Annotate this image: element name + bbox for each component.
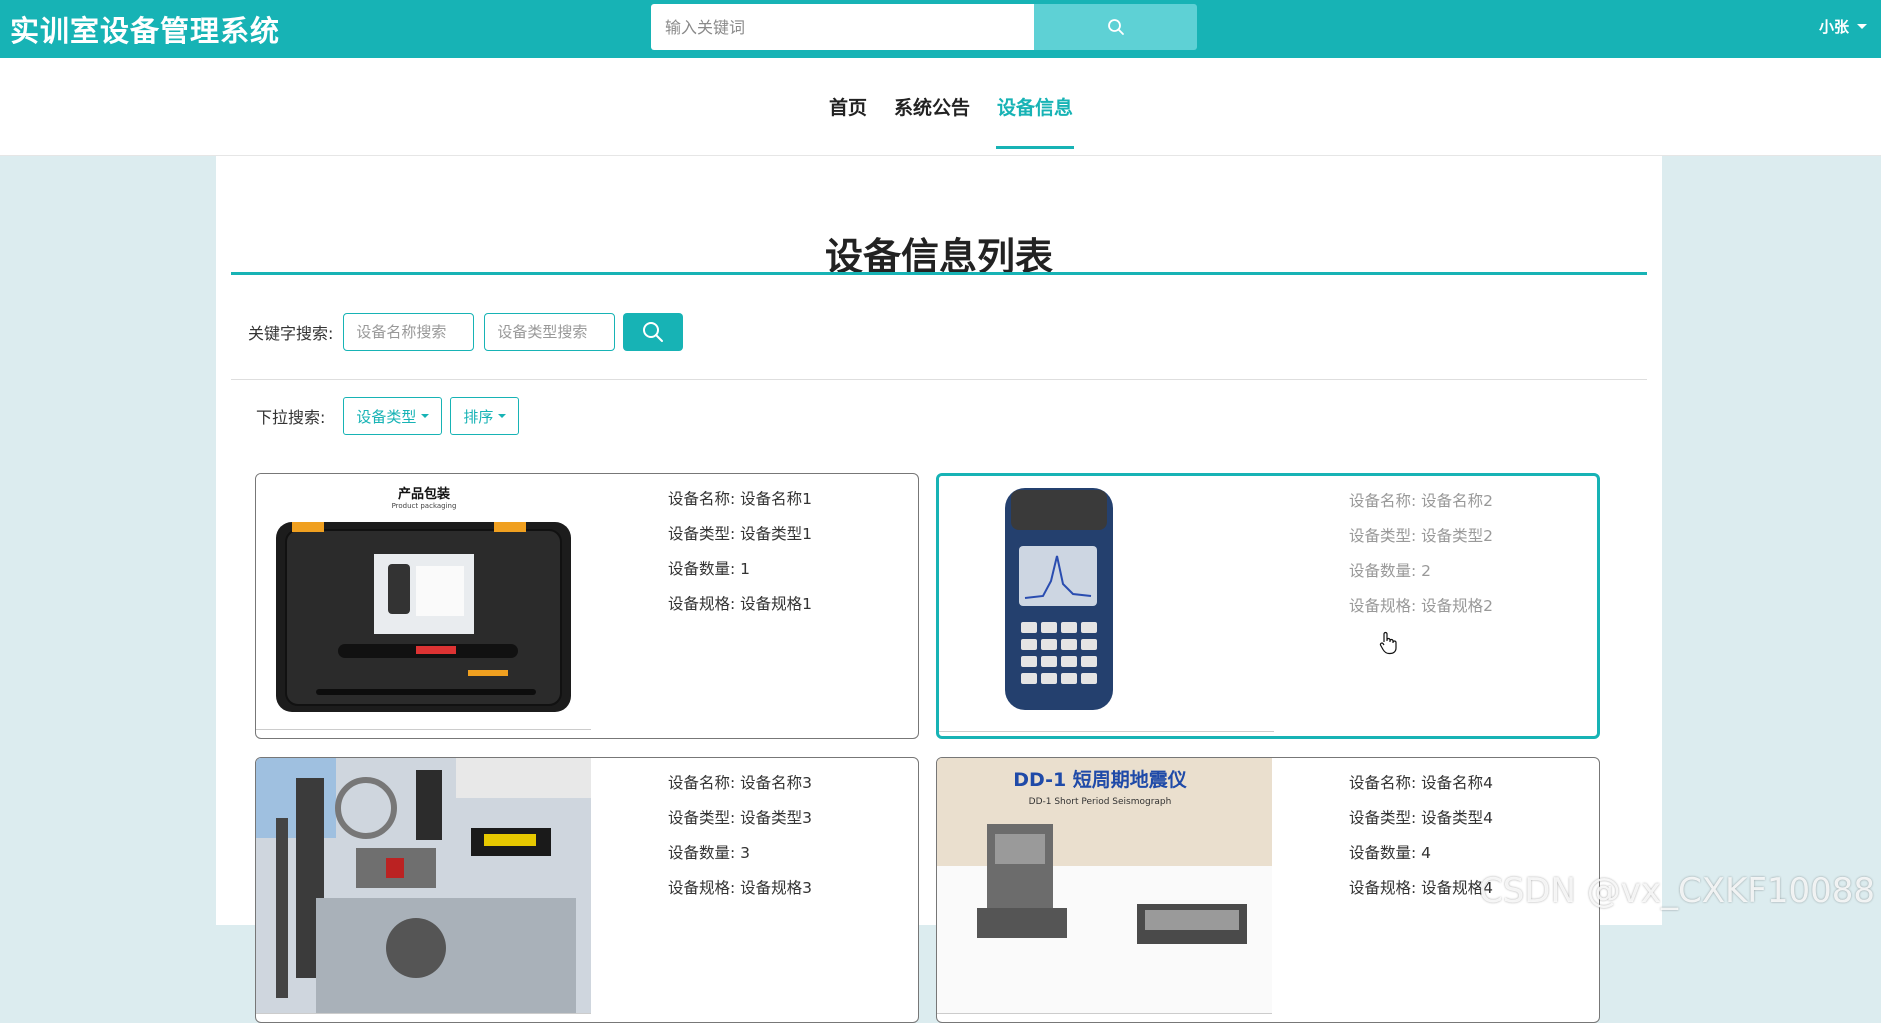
- equipment-name: 设备名称2: [1421, 492, 1494, 510]
- top-search: [651, 4, 1197, 50]
- image-subcaption: Product packaging: [392, 502, 457, 510]
- equipment-qty: 2: [1421, 562, 1432, 580]
- equipment-name: 设备名称3: [740, 774, 813, 792]
- equipment-spec-row: 设备规格: 设备规格4: [1349, 879, 1494, 897]
- equipment-qty-row: 设备数量: 3: [668, 844, 751, 862]
- type-search-input[interactable]: [484, 313, 616, 351]
- keyword-search-row: 关键字搜索:: [248, 312, 684, 352]
- equipment-type: 设备类型3: [740, 809, 813, 827]
- equipment-image: DD-1 短周期地震仪 DD-1 Short Period Seismograp…: [937, 758, 1272, 1014]
- chevron-down-icon: [498, 414, 507, 418]
- title-divider: [231, 272, 1647, 275]
- keyword-search-label: 关键字搜索:: [248, 324, 334, 343]
- hand-cursor-icon: [1379, 631, 1397, 655]
- equipment-name-row: 设备名称: 设备名称2: [1349, 492, 1494, 510]
- nav-bar: 首页 系统公告 设备信息: [0, 58, 1881, 156]
- equipment-name-row: 设备名称: 设备名称3: [668, 774, 813, 792]
- sort-dropdown[interactable]: 排序: [450, 397, 520, 435]
- equipment-card[interactable]: 产品包装 Product packaging 设备名称: 设备名称1 设备类型:…: [255, 473, 919, 739]
- type-dropdown-label: 设备类型: [356, 407, 417, 426]
- equipment-qty: 1: [740, 560, 751, 578]
- equipment-type-row: 设备类型: 设备类型3: [668, 809, 813, 827]
- equipment-type-row: 设备类型: 设备类型1: [668, 525, 813, 543]
- equipment-type-row: 设备类型: 设备类型2: [1349, 527, 1494, 545]
- equipment-type-row: 设备类型: 设备类型4: [1349, 809, 1494, 827]
- top-search-input[interactable]: [651, 4, 1034, 50]
- equipment-name-row: 设备名称: 设备名称1: [668, 490, 813, 508]
- equipment-spec: 设备规格3: [740, 879, 813, 897]
- image-subcaption: DD-1 Short Period Seismograph: [1029, 797, 1172, 807]
- equipment-spec-row: 设备规格: 设备规格2: [1349, 597, 1494, 615]
- user-menu[interactable]: 小张: [1819, 16, 1867, 37]
- equipment-qty: 4: [1421, 844, 1432, 862]
- dropdown-search-label: 下拉搜索:: [256, 408, 326, 427]
- search-icon: [1107, 19, 1124, 35]
- equipment-spec-row: 设备规格: 设备规格3: [668, 879, 813, 897]
- search-icon: [643, 322, 664, 342]
- dropdown-search-row: 下拉搜索: 设备类型 排序: [256, 396, 520, 436]
- section-divider: [231, 379, 1647, 380]
- equipment-type: 设备类型1: [740, 525, 813, 543]
- equipment-name: 设备名称1: [740, 490, 813, 508]
- watermark: CSDN @vx_CXKF10088: [1478, 871, 1875, 911]
- equipment-name-row: 设备名称: 设备名称4: [1349, 774, 1494, 792]
- equipment-image: [939, 476, 1274, 732]
- main-content: 设备信息列表 关键字搜索: 下拉搜索: 设备类型 排序 产品包装: [216, 156, 1662, 1023]
- equipment-qty-row: 设备数量: 1: [668, 560, 751, 578]
- equipment-card[interactable]: 设备名称: 设备名称3 设备类型: 设备类型3 设备数量: 3 设备规格: 设备…: [255, 757, 919, 1023]
- equipment-name: 设备名称4: [1421, 774, 1494, 792]
- user-name: 小张: [1818, 18, 1849, 36]
- image-caption: 产品包装: [398, 486, 450, 502]
- image-caption: DD-1 短周期地震仪: [1013, 768, 1188, 791]
- nav-item-announcements[interactable]: 系统公告: [893, 58, 971, 155]
- nav-item-equipment[interactable]: 设备信息: [996, 58, 1075, 155]
- equipment-spec-row: 设备规格: 设备规格1: [668, 595, 813, 613]
- equipment-image: 产品包装 Product packaging: [256, 474, 591, 730]
- chevron-down-icon: [421, 414, 430, 418]
- equipment-type: 设备类型4: [1421, 809, 1494, 827]
- equipment-card[interactable]: 设备名称: 设备名称2 设备类型: 设备类型2 设备数量: 2 设备规格: 设备…: [936, 473, 1600, 739]
- equipment-qty-row: 设备数量: 4: [1349, 844, 1432, 862]
- equipment-qty: 3: [740, 844, 751, 862]
- equipment-type: 设备类型2: [1421, 527, 1494, 545]
- site-title: 实训室设备管理系统: [10, 14, 281, 48]
- name-search-input[interactable]: [343, 313, 475, 351]
- top-bar: 实训室设备管理系统 小张: [0, 0, 1881, 58]
- equipment-qty-row: 设备数量: 2: [1349, 562, 1432, 580]
- keyword-search-button[interactable]: [623, 313, 684, 351]
- sort-dropdown-label: 排序: [463, 407, 494, 426]
- chevron-down-icon: [1857, 24, 1867, 29]
- equipment-spec: 设备规格1: [740, 595, 813, 613]
- top-search-button[interactable]: [1034, 4, 1197, 50]
- nav-item-home[interactable]: 首页: [828, 58, 868, 155]
- equipment-image: [256, 758, 591, 1014]
- equipment-spec: 设备规格2: [1421, 597, 1494, 615]
- type-dropdown[interactable]: 设备类型: [343, 397, 443, 435]
